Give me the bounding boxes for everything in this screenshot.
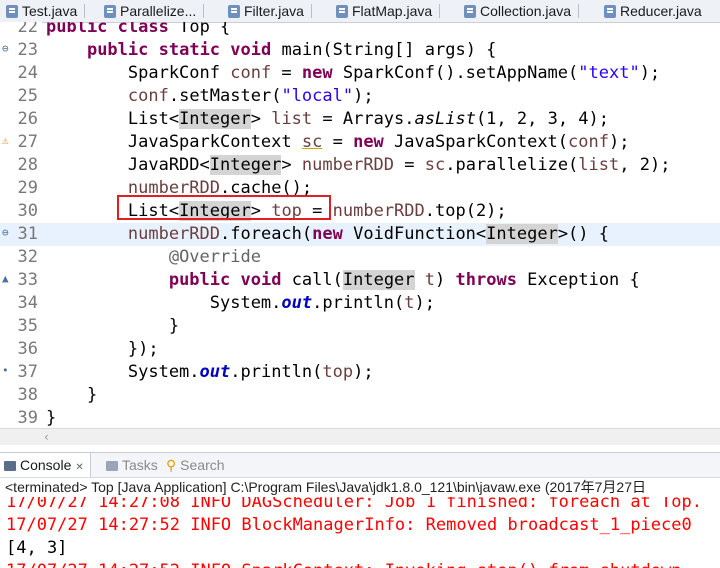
line-number: 31 [17,224,38,244]
highlight-box [117,195,331,220]
tab-test-java[interactable]: Test.java [6,0,86,22]
code-text: numberRDD.foreach(new VoidFunction<Integ… [127,224,609,244]
code-text: JavaRDD<Integer> numberRDD = sc.parallel… [46,155,671,175]
line-number: 27 [17,132,38,152]
code-line[interactable]: 36 }); [0,338,720,361]
code-editor[interactable]: 22 public class Top { ⊖ 23 public static… [0,22,720,428]
console-line: 17/07/27 14:27:52 INFO BlockManagerInfo:… [6,515,692,535]
console-icon [4,461,16,471]
code-line[interactable]: ▲ 33 public void call(Integer t) throws … [0,269,720,292]
tab-tasks[interactable]: Tasks [106,453,158,477]
code-text: @Override [168,247,261,267]
code-line[interactable]: 32 @Override [0,246,720,269]
code-text: public class Top { [46,22,231,37]
line-number: 29 [17,178,38,198]
line-number: 30 [17,201,38,221]
java-file-icon [604,5,616,18]
code-line[interactable]: 34 System.out.println(t); [0,292,720,315]
line-number: 25 [17,86,38,106]
console-line: 17/07/27 14:27:08 INFO DAGScheduler: Job… [6,497,702,512]
code-text: }); [46,339,159,359]
code-line[interactable]: 30 List<Integer> top = numberRDD.top(2); [0,200,720,223]
java-file-icon [6,5,18,18]
horizontal-scrollbar[interactable]: ‹ [0,428,720,445]
line-number: 22 [17,22,38,37]
code-text: conf.setMaster("local"); [127,86,374,106]
code-text: System.out.println(t); [46,293,435,313]
code-line[interactable]: 35 } [0,315,720,338]
tab-parallelize[interactable]: Parallelize... [104,0,205,22]
code-text: System.out.println(top); [46,362,374,382]
close-icon[interactable]: ✕ [75,462,83,473]
line-number: 28 [17,155,38,175]
console-process-info: <terminated> Top [Java Application] C:\P… [5,479,646,495]
code-line[interactable]: 25 conf.setMaster("local"); [0,85,720,108]
tasks-icon [106,461,118,471]
java-file-icon [464,5,476,18]
code-text: } [46,385,98,405]
scroll-left-icon[interactable]: ‹ [44,429,49,445]
code-text: } [46,316,180,336]
console-tab-bar: Console ✕ Tasks ⚲ Search [0,452,720,478]
code-text: JavaSparkContext sc = new JavaSparkConte… [46,132,630,152]
code-text: public static void main(String[] args) { [86,40,497,60]
code-line[interactable]: • 37 System.out.println(top); [0,361,720,384]
java-file-icon [104,5,116,18]
code-line[interactable]: 22 public class Top { [0,22,720,39]
tab-collection-java[interactable]: Collection.java [464,0,580,22]
tab-console[interactable]: Console ✕ [0,453,91,477]
search-icon: ⚲ [166,457,177,473]
code-line[interactable]: 29 numberRDD.cache(); [0,177,720,200]
line-number: 38 [17,385,38,405]
line-number: 23 [17,40,38,60]
line-number: 37 [17,362,38,382]
tab-filter-java[interactable]: Filter.java [228,0,312,22]
code-line[interactable]: 28 JavaRDD<Integer> numberRDD = sc.paral… [0,154,720,177]
java-file-icon [228,5,240,18]
code-line[interactable]: 24 SparkConf conf = new SparkConf().setA… [0,62,720,85]
line-number: 26 [17,109,38,129]
console-line: [4, 3] [6,538,68,558]
line-number: 32 [17,247,38,267]
code-line[interactable]: ⊖ 23 public static void main(String[] ar… [0,39,720,62]
tab-flatmap-java[interactable]: FlatMap.java [336,0,441,22]
line-number: 33 [17,270,38,290]
line-number: 36 [17,339,38,359]
java-file-icon [336,5,348,18]
line-number: 39 [17,408,38,428]
code-line[interactable]: ⚠ 27 JavaSparkContext sc = new JavaSpark… [0,131,720,154]
line-number: 34 [17,293,38,313]
console-output[interactable]: 17/07/27 14:27:08 INFO DAGScheduler: Job… [0,497,720,568]
console-line: 17/07/27 14:27:52 INFO SparkContext: Inv… [6,560,682,568]
code-text: } [46,408,57,428]
tab-search[interactable]: ⚲ Search [166,453,225,477]
line-number: 24 [17,63,38,83]
code-text: List<Integer> list = Arrays.asList(1, 2,… [46,109,609,129]
code-line[interactable]: 39 } [0,407,720,428]
editor-tab-bar: Test.java Parallelize... Filter.java Fla… [0,0,720,23]
code-text: SparkConf conf = new SparkConf().setAppN… [46,63,661,83]
code-line-current[interactable]: ⊖ 31 numberRDD.foreach(new VoidFunction<… [0,223,720,246]
code-line[interactable]: 26 List<Integer> list = Arrays.asList(1,… [0,108,720,131]
tab-reducer-java[interactable]: Reducer.java [604,0,702,22]
code-text: public void call(Integer t) throws Excep… [168,270,640,290]
code-line[interactable]: 38 } [0,384,720,407]
line-number: 35 [17,316,38,336]
